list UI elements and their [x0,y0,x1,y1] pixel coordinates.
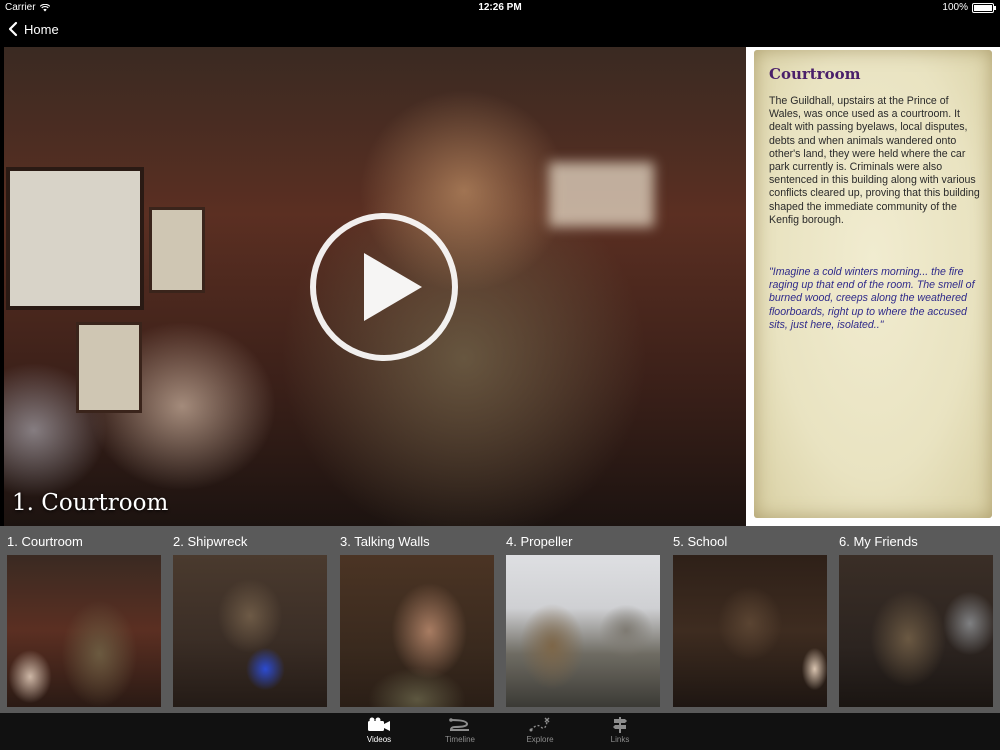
play-button[interactable] [310,213,458,361]
battery-indicator: 100% [942,2,996,13]
video-card-label: 1. Courtroom [7,534,83,549]
tab-videos[interactable]: Videos [339,717,419,744]
tab-bar: Videos Timeline Explore Links [0,713,1000,750]
tab-timeline[interactable]: Timeline [420,717,500,744]
status-bar: Carrier 12:26 PM 100% [0,0,1000,16]
battery-icon [972,2,996,13]
chevron-left-icon [8,21,18,37]
tab-label: Timeline [445,735,475,744]
wall-frame [149,207,205,293]
video-camera-icon [368,717,390,731]
tab-label: Videos [366,735,392,744]
video-card-propeller[interactable]: 4. Propeller [504,526,664,713]
video-thumbnail[interactable] [506,555,660,707]
parchment-card: Courtroom The Guildhall, upstairs at the… [754,50,992,518]
video-card-courtroom[interactable]: 1. Courtroom [5,526,165,713]
clock: 12:26 PM [478,2,522,13]
video-thumbnail[interactable] [340,555,494,707]
video-title: 1. Courtroom [12,490,169,516]
video-card-school[interactable]: 5. School [671,526,831,713]
video-thumbnail[interactable] [673,555,827,707]
video-thumbnail[interactable] [7,555,161,707]
video-card-label: 2. Shipwreck [173,534,248,549]
video-card-shipwreck[interactable]: 2. Shipwreck [171,526,331,713]
tab-label: Explore [526,735,554,744]
video-strip: 1. Courtroom 2. Shipwreck 3. Talking Wal… [0,526,1000,713]
battery-percent: 100% [942,2,968,13]
tab-explore[interactable]: Explore [500,717,580,744]
map-path-icon [529,717,550,732]
wall-frame [76,322,142,413]
timeline-icon [449,718,469,731]
play-icon [364,253,422,321]
info-title: Courtroom [769,65,861,83]
window-light [549,162,654,227]
info-body: The Guildhall, upstairs at the Prince of… [769,95,980,226]
video-player[interactable]: 1. Courtroom [4,47,746,526]
signpost-icon [613,717,627,733]
video-card-label: 3. Talking Walls [340,534,430,549]
back-label: Home [24,21,59,37]
tab-label: Links [610,735,630,744]
tab-links[interactable]: Links [580,717,660,744]
video-card-label: 5. School [673,534,728,549]
video-thumbnail[interactable] [173,555,327,707]
video-card-label: 4. Propeller [506,534,573,549]
video-card-talking-walls[interactable]: 3. Talking Walls [338,526,498,713]
wall-frame [6,167,144,310]
info-quote: "Imagine a cold winters morning... the f… [769,266,975,331]
back-button[interactable]: Home [8,21,59,37]
video-card-label: 6. My Friends [839,534,918,549]
video-thumbnail[interactable] [839,555,993,707]
navigation-bar: Home [0,16,1000,46]
video-card-my-friends[interactable]: 6. My Friends [837,526,997,713]
